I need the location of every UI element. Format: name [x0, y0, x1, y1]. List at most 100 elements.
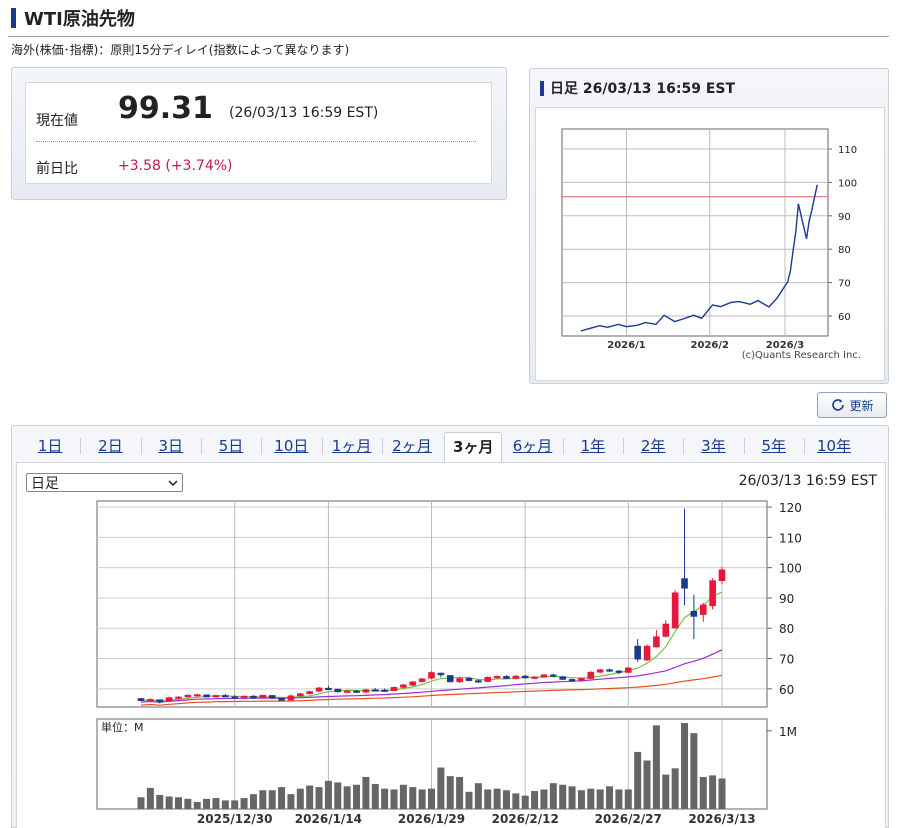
candle-body: [503, 676, 510, 679]
volume-bar: [399, 784, 407, 809]
volume-bar: [203, 798, 211, 809]
candle-body: [259, 694, 267, 698]
candle-body: [315, 687, 323, 692]
tab-10[interactable]: 1年: [565, 432, 621, 460]
tab-12[interactable]: 3年: [685, 432, 741, 460]
tab-9[interactable]: 6ヶ月: [504, 432, 560, 460]
volume-bar: [437, 767, 445, 809]
candle: [428, 671, 435, 680]
mini-y-tick: 100: [838, 178, 857, 189]
tab-1[interactable]: 1日: [22, 432, 78, 460]
volume-bar: [699, 776, 707, 809]
tab-separator: [140, 438, 142, 454]
volume-bar: [428, 788, 435, 809]
volume-x-tick: 2026/1/29: [398, 812, 465, 826]
volume-bar: [512, 793, 520, 809]
candle-body: [278, 697, 285, 701]
volume-bar: [615, 789, 623, 809]
candle-body: [521, 675, 529, 679]
candle-body: [690, 610, 698, 617]
mini-y-tick: 80: [838, 245, 851, 256]
volume-bar: [268, 790, 276, 809]
tab-8[interactable]: 3ヶ月: [444, 432, 503, 465]
candle: [409, 680, 417, 687]
tab-14[interactable]: 10年: [806, 432, 862, 460]
volume-bar: [718, 778, 726, 809]
mini-copyright: (c)Quants Research Inc.: [742, 350, 861, 361]
tab-2[interactable]: 2日: [82, 432, 138, 460]
candle-body: [231, 696, 239, 699]
volume-bar: [287, 794, 295, 809]
mini-chart-title: 日足 26/03/13 16:59 EST: [550, 81, 736, 97]
candle: [315, 687, 323, 692]
candle-body: [287, 695, 295, 701]
volume-bar: [446, 776, 454, 809]
candle-body: [709, 580, 716, 607]
candle-body: [203, 694, 210, 698]
page-title: WTI原油先物: [24, 9, 135, 30]
volume-bar: [465, 791, 473, 809]
candle-body: [681, 578, 688, 589]
volume-y-tick: 1M: [779, 725, 797, 739]
volume-bar: [624, 789, 632, 809]
volume-bar: [568, 786, 576, 809]
candle-body: [428, 672, 435, 679]
tab-11[interactable]: 2年: [625, 432, 681, 460]
candle-body: [643, 645, 651, 661]
candle: [671, 590, 679, 629]
tab-separator: [381, 438, 383, 454]
volume-bar: [484, 789, 492, 809]
volume-bar: [371, 783, 379, 809]
candle-body: [493, 676, 501, 679]
candle: [624, 667, 632, 674]
candle-body: [615, 670, 623, 673]
candle-body: [240, 695, 248, 698]
volume-bar: [296, 788, 304, 809]
candle-body: [297, 693, 304, 697]
mini-line-chart: 110100908070602026/1 2026/2 2026/3(c)Quant…: [561, 128, 861, 361]
volume-bar: [549, 783, 557, 809]
tab-7[interactable]: 2ヶ月: [384, 432, 440, 460]
volume-bar: [671, 768, 679, 809]
volume-bar: [362, 776, 370, 809]
volume-bar: [231, 800, 239, 809]
price-change: +3.58 (+3.74%): [118, 158, 233, 174]
tab-13[interactable]: 5年: [746, 432, 802, 460]
volume-bar: [634, 751, 642, 809]
volume-bar: [559, 784, 567, 809]
volume-bar: [681, 723, 689, 809]
candle-body: [334, 688, 342, 693]
tab-separator: [200, 438, 202, 454]
candle-body: [409, 681, 417, 686]
volume-x-tick: 2026/3/13: [688, 812, 755, 826]
mini-plot-frame: [561, 128, 829, 337]
tab-separator: [803, 438, 805, 454]
candle-body: [400, 684, 407, 688]
volume-bar: [662, 774, 670, 809]
volume-bar: [606, 786, 614, 809]
mini-chart-panel: 日足 26/03/13 16:59 EST 110 100 90 80 70 60 2026…: [529, 68, 889, 384]
volume-bar: [531, 791, 539, 809]
tab-4[interactable]: 5日: [203, 432, 259, 460]
volume-bar: [240, 798, 248, 809]
tab-5[interactable]: 10日: [263, 432, 319, 460]
volume-bar: [390, 789, 398, 809]
candle-body: [475, 680, 482, 683]
tab-3[interactable]: 3日: [143, 432, 199, 460]
candle-body: [596, 669, 604, 673]
refresh-button[interactable]: 更新: [817, 392, 887, 418]
volume-bar: [259, 790, 267, 809]
refresh-icon: [832, 399, 845, 411]
candle-body: [484, 677, 492, 682]
candle-body: [165, 697, 173, 702]
candle: [587, 671, 595, 680]
volume-bar: [652, 725, 660, 809]
candle-body: [559, 676, 566, 680]
volume-bar: [409, 787, 417, 809]
candle: [165, 696, 173, 702]
candle: [559, 675, 566, 681]
quote-timestamp: (26/03/13 16:59 EST): [229, 105, 379, 121]
mini-y-tick: 60: [838, 312, 851, 323]
tab-6[interactable]: 1ヶ月: [324, 432, 380, 460]
price-y-tick: 80: [779, 622, 794, 636]
